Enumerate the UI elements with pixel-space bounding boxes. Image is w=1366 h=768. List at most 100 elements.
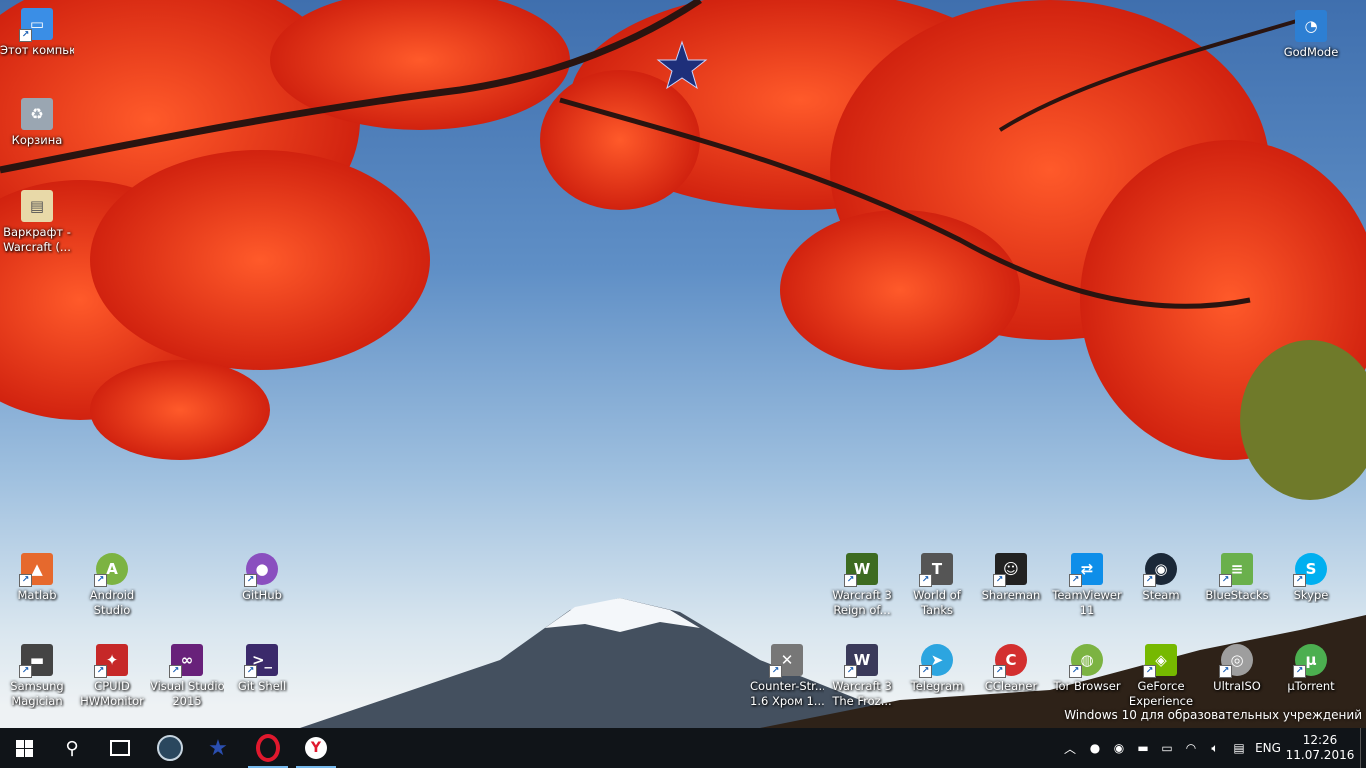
icon-label-line2: HWMonitor	[80, 694, 144, 708]
desktop-icon-world-of-tanks[interactable]: T ↗ World of Tanks	[900, 553, 974, 618]
desktop-icon-ccleaner[interactable]: C ↗ CCleaner	[974, 644, 1048, 694]
desktop-icon-samsung-magician[interactable]: ▬ ↗ Samsung Magician	[0, 644, 74, 709]
icon-label: GitHub	[242, 588, 282, 602]
icon-label: Варкрафт -	[3, 225, 71, 239]
desktop-icon-github[interactable]: ● ↗ GitHub	[225, 553, 299, 603]
icon-label: World of	[913, 588, 961, 602]
skype-icon: S ↗	[1293, 553, 1327, 587]
tor-browser-icon: ◍ ↗	[1069, 644, 1103, 678]
icon-label: GodMode	[1283, 45, 1339, 59]
desktop-icon-steam[interactable]: ◉ ↗ Steam	[1124, 553, 1198, 603]
icon-label-line2: Tanks	[920, 603, 954, 617]
icon-label: CPUID	[94, 679, 130, 693]
show-hidden-icons-button[interactable]: ︿	[1060, 728, 1080, 768]
desktop-icon-teamviewer[interactable]: ⇄ ↗ TeamViewer 11	[1050, 553, 1124, 618]
taskbar-yandex-browser[interactable]: Y	[292, 728, 340, 768]
clock-time: 12:26	[1302, 733, 1338, 747]
samsung-magician-icon: ▬ ↗	[19, 644, 53, 678]
icon-label-line2: Studio	[93, 603, 131, 617]
tray-volume[interactable]: 🔈︎	[1204, 728, 1226, 768]
desktop-icon-skype[interactable]: S ↗ Skype	[1274, 553, 1348, 603]
desktop-icon-godmode[interactable]: ◔ GodMode	[1274, 10, 1348, 60]
warcraft-frozen-throne-icon: W ↗	[844, 644, 878, 678]
task-view-icon	[110, 740, 130, 756]
steam-tray-icon: ◉	[1113, 741, 1125, 755]
icon-label-line2: Experience	[1128, 694, 1194, 708]
computer-icon: ▭ ↗	[19, 8, 53, 42]
icon-label: Warcraft 3	[832, 679, 892, 693]
icon-label: Counter-Str...	[750, 679, 824, 693]
ccleaner-icon: C ↗	[993, 644, 1027, 678]
speaker-icon: 🔈︎	[1211, 740, 1219, 755]
git-shell-icon: >_ ↗	[244, 644, 278, 678]
utorrent-icon: µ ↗	[1293, 644, 1327, 678]
action-center-icon: ▤	[1233, 741, 1245, 755]
icon-label-line2: 11	[1079, 603, 1095, 617]
telegram-icon: ➤ ↗	[919, 644, 953, 678]
icon-label: BlueStacks	[1205, 588, 1269, 602]
yandex-browser-icon: Y	[305, 737, 327, 759]
desktop-icon-ultraiso[interactable]: ◎ ↗ UltraISO	[1200, 644, 1274, 694]
ghost-tray-icon: ●	[1089, 741, 1101, 755]
geforce-icon: ◈ ↗	[1143, 644, 1177, 678]
search-button[interactable]: ⚲	[48, 728, 96, 768]
desktop-icon-tor-browser[interactable]: ◍ ↗ Tor Browser	[1050, 644, 1124, 694]
opera-icon	[256, 734, 280, 762]
desktop-icon-bluestacks[interactable]: ≡ ↗ BlueStacks	[1200, 553, 1274, 603]
icon-label: Android	[89, 588, 135, 602]
desktop-icon-telegram[interactable]: ➤ ↗ Telegram	[900, 644, 974, 694]
desktop-icon-visual-studio[interactable]: ∞ ↗ Visual Studio 2015	[150, 644, 224, 709]
world-of-tanks-icon: T ↗	[919, 553, 953, 587]
desktop-icon-this-computer[interactable]: ▭↗ Этот компьютер	[0, 8, 74, 58]
warcraft-icon: W ↗	[844, 553, 878, 587]
clock[interactable]: 12:26 11.07.2016	[1286, 728, 1355, 768]
visual-studio-icon: ∞ ↗	[169, 644, 203, 678]
ultraiso-icon: ◎ ↗	[1219, 644, 1253, 678]
taskbar-steam[interactable]	[146, 728, 194, 768]
desktop-icon-recycle-bin[interactable]: ♻ Корзина	[0, 98, 74, 148]
taskbar-opera[interactable]	[244, 728, 292, 768]
desktop-icon-warcraft-frozen-throne[interactable]: W ↗ Warcraft 3 The Froz...	[825, 644, 899, 709]
control-panel-icon: ◔	[1295, 10, 1327, 42]
desktop-icon-warcraft-reign[interactable]: W ↗ Warcraft 3 Reign of...	[825, 553, 899, 618]
icon-label: TeamViewer	[1052, 588, 1122, 602]
taskbar: ⚲ ★ Y ︿ ● ◉ ▬ ▭ ◠ 🔈︎ ▤ ENG 12:26 11.07.2…	[0, 728, 1366, 768]
battery-icon: ▭	[1161, 741, 1173, 755]
icon-label: Корзина	[11, 133, 63, 147]
task-view-button[interactable]	[96, 728, 144, 768]
tray-network[interactable]: ◠	[1180, 728, 1202, 768]
desktop-icon-geforce-experience[interactable]: ◈ ↗ GeForce Experience	[1124, 644, 1198, 709]
tray-app-1[interactable]: ●	[1084, 728, 1106, 768]
edition-watermark: Windows 10 для образовательных учреждени…	[1064, 708, 1362, 722]
tray-steam[interactable]: ◉	[1108, 728, 1130, 768]
icon-label: GeForce	[1137, 679, 1185, 693]
desktop-icon-hwmonitor[interactable]: ✦ ↗ CPUID HWMonitor	[75, 644, 149, 709]
tray-battery[interactable]: ▭	[1156, 728, 1178, 768]
windows-start-icon	[15, 739, 33, 757]
icon-label-line2: 1.6 Хром 1....	[750, 694, 824, 708]
desktop-icon-matlab[interactable]: ▲ ↗ Matlab	[0, 553, 74, 603]
desktop-icon-shareman[interactable]: ☺ ↗ Shareman	[974, 553, 1048, 603]
tray-app-2[interactable]: ▬	[1132, 728, 1154, 768]
input-language-button[interactable]: ENG	[1252, 728, 1284, 768]
icon-label: Warcraft 3	[832, 588, 892, 602]
language-indicator: ENG	[1255, 741, 1281, 755]
github-icon: ● ↗	[244, 553, 278, 587]
tray-notifications[interactable]: ▤	[1228, 728, 1250, 768]
desktop-icon-android-studio[interactable]: A ↗ Android Studio	[75, 553, 149, 618]
file-icon: ▤	[21, 190, 53, 222]
desktop-icon-warcraft-file[interactable]: ▤ Варкрафт - Warcraft (...	[0, 190, 74, 255]
icon-label: Steam	[1142, 588, 1180, 602]
desktop-icon-utorrent[interactable]: µ ↗ µTorrent	[1274, 644, 1348, 694]
hwmonitor-icon: ✦ ↗	[94, 644, 128, 678]
icon-label: Skype	[1293, 588, 1329, 602]
icon-label: Tor Browser	[1053, 679, 1121, 693]
taskbar-star-app[interactable]: ★	[194, 728, 242, 768]
desktop-icon-counter-strike[interactable]: ✕ ↗ Counter-Str... 1.6 Хром 1....	[750, 644, 824, 709]
star-app-icon: ★	[208, 735, 228, 761]
counter-strike-icon: ✕ ↗	[769, 644, 803, 678]
desktop-icon-git-shell[interactable]: >_ ↗ Git Shell	[225, 644, 299, 694]
show-desktop-button[interactable]	[1360, 728, 1366, 768]
start-button[interactable]	[0, 728, 48, 768]
icon-label: Telegram	[910, 679, 964, 693]
